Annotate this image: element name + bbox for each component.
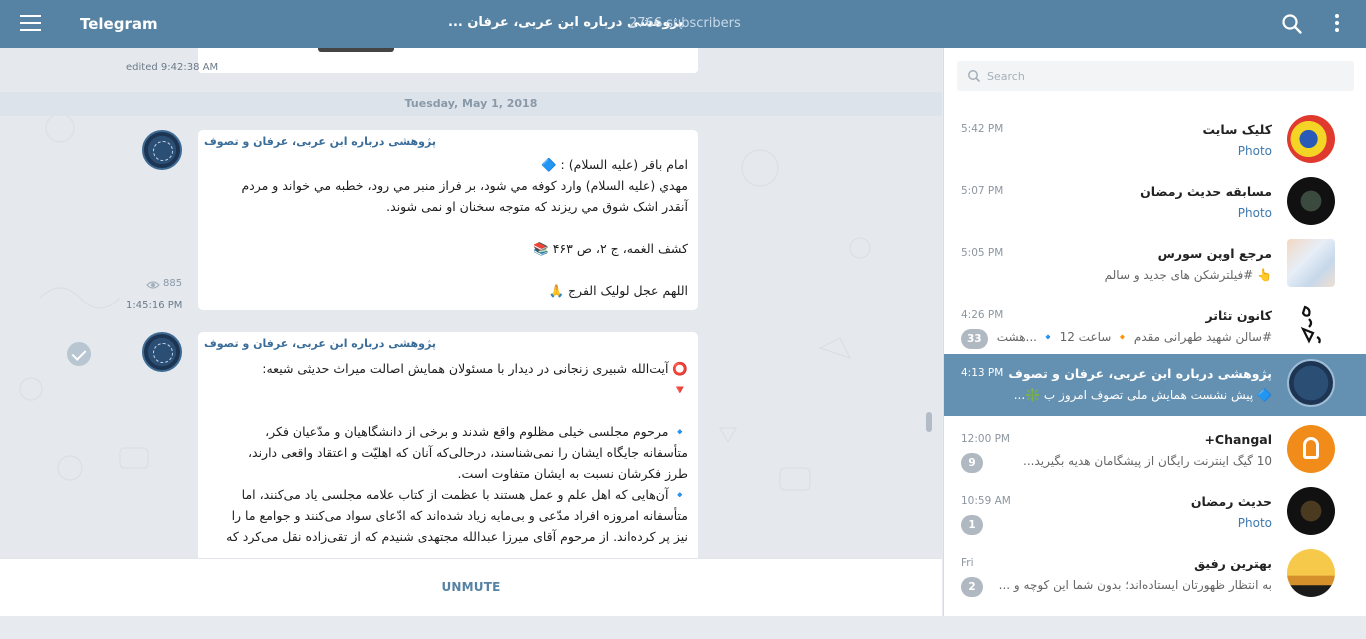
message-author[interactable]: پژوهشی درباره ابن عربی، عرفان و تصوف <box>204 337 436 350</box>
message-bubble: پژوهشی درباره ابن عربی، عرفان و تصوف ⭕ آ… <box>198 332 698 558</box>
dialog-item[interactable]: 12:00 PM Changal+ 10 گیگ اینترنت رایگان … <box>944 420 1366 482</box>
message-line: 🔻 <box>672 382 688 397</box>
previous-message-bubble <box>198 48 698 73</box>
dialog-name: بهترین رفیق <box>1194 556 1272 571</box>
dialog-avatar <box>1287 549 1335 597</box>
dialog-name: مسابقه حدیث رمضان <box>1140 184 1272 199</box>
message-line: 🔹 آن‌هایی که اهل علم و عمل هستند با عظمت… <box>241 487 688 502</box>
unread-badge: 1 <box>961 515 983 535</box>
dialog-time: 5:07 PM <box>961 185 1004 197</box>
message-line: كشف الغمه، ج ۲، ص ۴۶۳ 📚 <box>533 241 688 256</box>
dialog-item[interactable]: 5:05 PM مرجع اوپن سورس 👆 #فیلترشکن های ج… <box>944 234 1366 296</box>
views-count: 885 <box>163 278 183 289</box>
dialog-name: کلیک سایت <box>1202 122 1272 137</box>
dialog-name: Changal+ <box>1204 432 1272 447</box>
dialog-item[interactable]: 5:07 PM مسابقه حدیث رمضان Photo <box>944 172 1366 234</box>
message-time: 1:45:16 PM <box>126 300 183 311</box>
date-separator: Tuesday, May 1, 2018 <box>0 92 942 116</box>
subscriber-count: 2766 subscribers <box>629 16 741 31</box>
dialog-last-message: Photo <box>1237 206 1272 220</box>
search-icon <box>968 70 981 83</box>
channel-avatar[interactable] <box>142 130 182 170</box>
search-box <box>957 61 1354 91</box>
unread-badge: 9 <box>961 453 983 473</box>
dialog-last-message: به انتظار ظهورتان ایستاده‌اند؛ بدون شما … <box>998 578 1272 592</box>
unread-badge: 33 <box>961 329 988 349</box>
dialog-time: 5:42 PM <box>961 123 1004 135</box>
app-title: Telegram <box>80 15 158 33</box>
select-message-check-icon[interactable] <box>67 342 91 366</box>
dialogs-sidebar: 5:42 PM کلیک سایت Photo 5:07 PM مسابقه ح… <box>943 48 1366 616</box>
dialog-name: کانون تئاتر <box>1205 308 1272 323</box>
bottom-bar: UNMUTE <box>0 558 942 616</box>
chat-area: edited 9:42:38 AM Tuesday, May 1, 2018 پ… <box>0 48 942 558</box>
search-icon[interactable] <box>1281 13 1303 35</box>
dialog-avatar <box>1287 115 1335 163</box>
dialog-last-message: 👆 #فیلترشکن های جدید و سالم <box>1104 268 1272 282</box>
dialog-time: 4:26 PM <box>961 309 1004 321</box>
dialog-name: پژوهشی درباره ابن عربی، عرفان و تصوف <box>1008 366 1272 381</box>
edited-time: edited 9:42:38 AM <box>126 62 219 73</box>
dialog-time: 4:13 PM <box>961 367 1004 379</box>
dialog-time: 12:00 PM <box>961 433 1010 445</box>
dialog-last-message: #سالن شهید طهرانی مقدم 🔸 ساعت 12 🔹 ...هش… <box>996 330 1272 344</box>
dialog-last-message: 🔷 پیش نشست همایش ملی تصوف امروز ب ❇️... <box>1013 388 1272 402</box>
dialog-time: 10:59 AM <box>961 495 1011 507</box>
message-line: ⭕ آیت‌الله شبیری زنجانی در دیدار با مسئو… <box>262 361 688 376</box>
message-line: متأسفانه جایگاه ایشان را نمی‌شناسند، درح… <box>247 445 688 460</box>
top-bar: Telegram پژوهشی درباره ابن عربی، عرفان .… <box>0 0 1366 48</box>
dialog-last-message: Photo <box>1237 516 1272 530</box>
dialog-avatar <box>1287 239 1335 287</box>
dialog-avatar <box>1287 487 1335 535</box>
message-line: نیز پر کرده‌اند. از مرحوم آقای میرزا عبد… <box>226 529 688 544</box>
dialog-avatar <box>1287 301 1335 349</box>
dialog-last-message: Photo <box>1237 144 1272 158</box>
chat-scrollbar[interactable] <box>926 412 932 432</box>
dialog-time: Fri <box>961 557 974 569</box>
dialog-last-message: 10 گیگ اینترنت رایگان از پیشگامان هدیه ب… <box>1023 454 1272 468</box>
message-author[interactable]: پژوهشی درباره ابن عربی، عرفان و تصوف <box>204 135 436 148</box>
message-line: امام باقر (عليه السلام) : 🔷 <box>541 157 688 172</box>
channel-avatar[interactable] <box>142 332 182 372</box>
hamburger-menu-icon[interactable] <box>20 15 41 33</box>
message-line: 🔹 مرحوم مجلسی خیلی مظلوم واقع شدند و برخ… <box>265 424 688 439</box>
message-line: مهدي (عليه السلام) وارد كوفه مي شود، بر … <box>241 178 688 193</box>
unmute-button[interactable]: UNMUTE <box>441 580 500 594</box>
dialog-name: مرجع اوپن سورس <box>1157 246 1272 261</box>
search-input[interactable] <box>987 61 1347 91</box>
dialog-item[interactable]: 5:42 PM کلیک سایت Photo <box>944 110 1366 172</box>
dialog-avatar <box>1287 425 1335 473</box>
dialog-name: حدیث رمضان <box>1190 494 1272 509</box>
dialog-item-active[interactable]: 4:13 PM پژوهشی درباره ابن عربی، عرفان و … <box>944 354 1366 416</box>
message-line: طرز فکرشان نسبت به ایشان متفاوت است. <box>457 466 688 481</box>
message-line: متأسفانه امروزه افراد مدّعی و بی‌مایه زی… <box>231 508 688 523</box>
dialog-item[interactable]: Fri بهترین رفیق به انتظار ظهورتان ایستاد… <box>944 544 1366 606</box>
dialog-avatar <box>1287 359 1335 407</box>
dialog-time: 5:05 PM <box>961 247 1004 259</box>
message-line: آنقدر اشک شوق مي ريزند كه متوجه سخنان او… <box>386 199 688 214</box>
message-line: اللهم عجل لولیک الفرج 🙏 <box>548 283 688 298</box>
dialog-item[interactable]: 10:59 AM حدیث رمضان Photo 1 <box>944 482 1366 544</box>
dialog-avatar <box>1287 177 1335 225</box>
message-bubble: پژوهشی درباره ابن عربی، عرفان و تصوف اما… <box>198 130 698 310</box>
unread-badge: 2 <box>961 577 983 597</box>
theater-logo-icon <box>1300 305 1321 344</box>
dialog-item[interactable]: 4:26 PM کانون تئاتر #سالن شهید طهرانی مق… <box>944 296 1366 358</box>
views-eye-icon <box>146 281 160 289</box>
previous-message-image[interactable] <box>318 48 394 52</box>
vertical-dots-icon[interactable] <box>1334 14 1340 34</box>
